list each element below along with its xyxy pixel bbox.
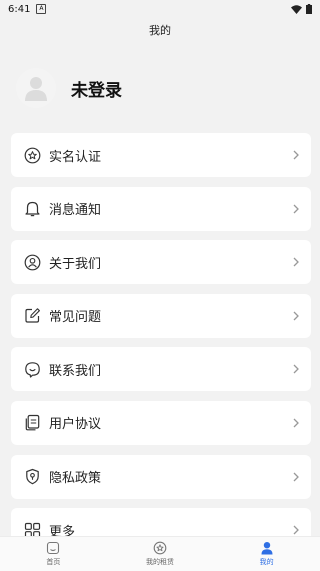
chevron-right-icon	[291, 524, 301, 536]
tab-home[interactable]: 首页	[8, 541, 98, 567]
menu-item-privacy-policy[interactable]: 隐私政策	[11, 454, 311, 499]
battery-icon	[306, 4, 312, 14]
menu-label: 隐私政策	[49, 471, 102, 487]
edit-icon	[23, 307, 41, 325]
badge-icon	[153, 541, 167, 555]
avatar[interactable]	[16, 68, 56, 108]
home-icon	[47, 541, 60, 555]
menu-label: 常见问题	[49, 310, 102, 326]
status-bar: 6:41 A	[0, 0, 320, 18]
settings-menu: 实名认证 消息通知 关于我们 常见问题 联系我们 用户协议 隐私政策 更多	[11, 133, 311, 562]
wifi-icon	[291, 4, 302, 14]
status-time: 6:41	[8, 3, 31, 15]
chevron-right-icon	[291, 149, 301, 161]
chat-smile-icon	[23, 360, 41, 378]
bottom-tab-bar: 首页 我的租赁 我的	[0, 536, 320, 571]
profile-section[interactable]: 未登录	[16, 65, 122, 111]
notification-icon: A	[36, 4, 47, 14]
login-status[interactable]: 未登录	[71, 76, 122, 101]
status-left: 6:41 A	[8, 3, 47, 15]
user-circle-icon	[23, 253, 41, 271]
bell-icon	[23, 200, 41, 218]
menu-item-about-us[interactable]: 关于我们	[11, 240, 311, 285]
tab-label: 我的租赁	[145, 558, 174, 566]
tab-label: 首页	[46, 558, 61, 566]
document-icon	[23, 414, 41, 432]
menu-label: 用户协议	[49, 417, 102, 433]
menu-item-contact-us[interactable]: 联系我们	[11, 347, 311, 392]
page-title: 我的	[149, 24, 171, 37]
chevron-right-icon	[291, 310, 301, 322]
tab-label: 我的	[259, 558, 274, 566]
badge-star-icon	[23, 146, 41, 164]
menu-label: 消息通知	[49, 203, 102, 219]
chevron-right-icon	[291, 256, 301, 268]
chevron-right-icon	[291, 417, 301, 429]
menu-label: 关于我们	[49, 256, 102, 272]
shield-icon	[23, 468, 41, 486]
person-icon	[261, 542, 273, 555]
chevron-right-icon	[291, 471, 301, 483]
menu-item-real-name-auth[interactable]: 实名认证	[11, 133, 311, 177]
default-avatar-icon	[25, 77, 47, 101]
menu-item-faq[interactable]: 常见问题	[11, 293, 311, 338]
menu-label: 联系我们	[49, 363, 102, 379]
tab-mine[interactable]: 我的	[222, 541, 312, 567]
chevron-right-icon	[291, 203, 301, 215]
menu-item-notifications[interactable]: 消息通知	[11, 186, 311, 231]
status-right	[291, 4, 312, 14]
menu-item-user-agreement[interactable]: 用户协议	[11, 400, 311, 445]
chevron-right-icon	[291, 363, 301, 375]
menu-label: 实名认证	[49, 149, 102, 165]
tab-my-rentals[interactable]: 我的租赁	[115, 541, 205, 567]
